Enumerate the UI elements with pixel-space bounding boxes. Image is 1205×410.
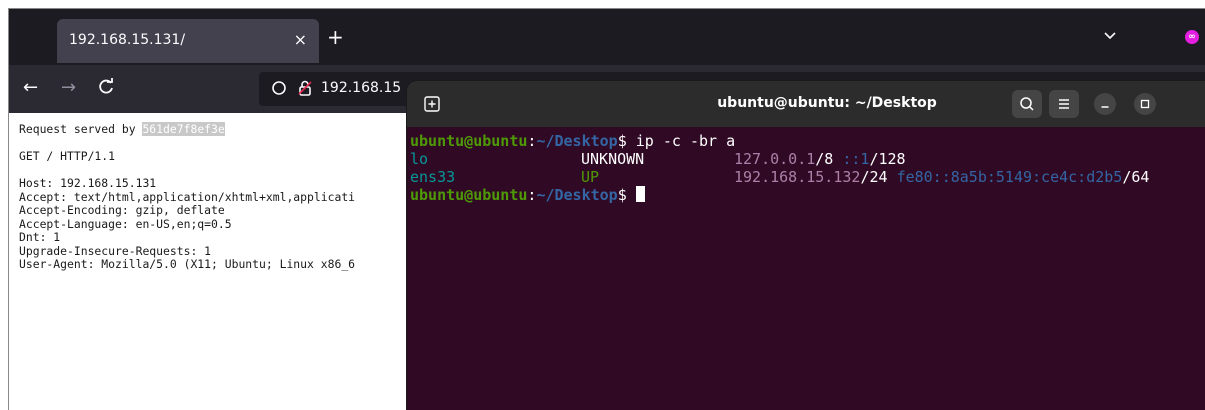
ipv6-address: fe80::8a5b:5149:ce4c:d2b5 xyxy=(896,168,1123,186)
interface-state: UP xyxy=(581,168,600,186)
terminal-prompt-line: ubuntu@ubuntu:~/Desktop$ xyxy=(410,186,735,204)
prompt-path: ~/Desktop xyxy=(536,132,618,150)
terminal-window: ubuntu@ubuntu: ~/Desktop ubuntu@ubuntu:~… xyxy=(407,81,1205,410)
terminal-titlebar[interactable]: ubuntu@ubuntu: ~/Desktop xyxy=(407,81,1205,127)
prompt-user: ubuntu@ubuntu xyxy=(410,186,528,204)
browser-tab[interactable]: 192.168.15.131/ × xyxy=(57,19,319,63)
interface-address: 127.0.0.1/8 ::1/128 xyxy=(734,150,906,168)
chevron-down-icon[interactable] xyxy=(1103,29,1117,43)
back-button[interactable]: ← xyxy=(23,78,38,98)
interface-row: lo UNKNOWN 127.0.0.1/8 ::1/128 xyxy=(410,150,906,168)
ipv4-address: 127.0.0.1 xyxy=(734,150,816,168)
response-line: Dnt: 1 xyxy=(19,230,61,244)
response-line: Accept-Language: en-US,en;q=0.5 xyxy=(19,216,232,231)
interface-row: ens33 UP 192.168.15.132/24 fe80::8a5b:51… xyxy=(410,168,1149,186)
shield-icon[interactable] xyxy=(271,80,287,96)
response-line: Host: 192.168.15.131 xyxy=(19,176,157,190)
insecure-lock-icon[interactable] xyxy=(297,80,313,96)
minimize-icon xyxy=(1101,106,1109,108)
terminal-command-line: ubuntu@ubuntu:~/Desktop$ ip -c -br a xyxy=(410,132,735,150)
prompt-user: ubuntu@ubuntu xyxy=(410,132,528,150)
terminal-cursor xyxy=(635,186,645,202)
request-served-label: Request served by xyxy=(19,122,143,136)
prompt-path: ~/Desktop xyxy=(536,186,618,204)
url-text: 192.168.15 xyxy=(321,80,402,96)
ipv4-suffix: /8 xyxy=(815,150,843,168)
interface-name: lo xyxy=(410,150,429,168)
forward-button[interactable]: → xyxy=(61,78,76,98)
tab-bar: 192.168.15.131/ × + ∞ xyxy=(9,9,1205,65)
maximize-icon xyxy=(1140,99,1150,109)
extension-icon[interactable]: ∞ xyxy=(1185,30,1199,44)
maximize-button[interactable] xyxy=(1134,93,1156,115)
reload-icon[interactable] xyxy=(97,78,115,96)
ipv6-suffix: /128 xyxy=(869,150,906,168)
prompt-dollar: $ xyxy=(617,132,636,150)
response-line: GET / HTTP/1.1 xyxy=(19,149,116,163)
hamburger-menu-icon xyxy=(1059,99,1069,109)
ipv6-suffix: /64 xyxy=(1122,168,1150,186)
ipv6-address: ::1 xyxy=(842,150,870,168)
search-button[interactable] xyxy=(1012,90,1042,118)
close-tab-icon[interactable]: × xyxy=(294,30,307,49)
response-line: Accept-Encoding: gzip, deflate xyxy=(19,203,225,217)
command-text: ip -c -br a xyxy=(635,132,736,150)
request-served-id: 561de7f8ef3e xyxy=(142,122,225,136)
new-tab-button[interactable]: + xyxy=(327,27,344,47)
tab-title: 192.168.15.131/ xyxy=(69,32,186,48)
ipv4-suffix: /24 xyxy=(860,168,897,186)
response-line: Accept: text/html,application/xhtml+xml,… xyxy=(19,189,356,204)
menu-button[interactable] xyxy=(1049,90,1079,118)
minimize-button[interactable] xyxy=(1094,93,1116,115)
response-line: User-Agent: Mozilla/5.0 (X11; Ubuntu; Li… xyxy=(19,257,356,271)
terminal-output[interactable]: ubuntu@ubuntu:~/Desktop$ ip -c -br a lo … xyxy=(410,132,1149,204)
prompt-dollar: $ xyxy=(617,186,636,204)
terminal-title: ubuntu@ubuntu: ~/Desktop xyxy=(717,95,937,111)
interface-address: 192.168.15.132/24 fe80::8a5b:5149:ce4c:d… xyxy=(734,168,1149,186)
interface-state: UNKNOWN xyxy=(581,150,645,168)
ipv4-address: 192.168.15.132 xyxy=(734,168,861,186)
search-icon xyxy=(1020,97,1034,111)
interface-name: ens33 xyxy=(410,168,456,186)
response-line: Upgrade-Insecure-Requests: 1 xyxy=(19,243,212,258)
